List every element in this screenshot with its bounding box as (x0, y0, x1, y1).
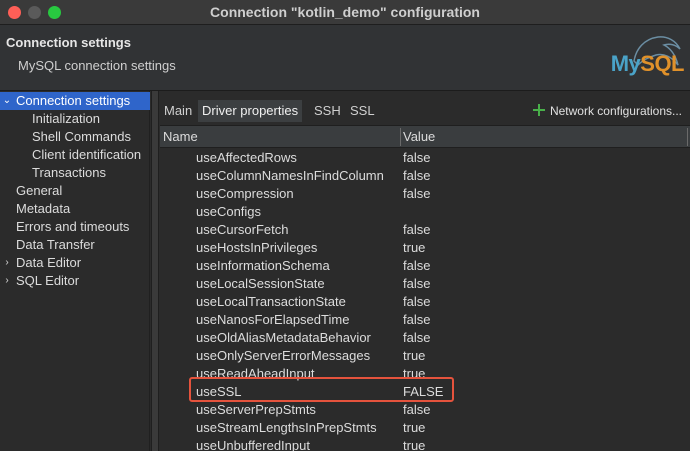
property-name: useNanosForElapsedTime (196, 312, 350, 327)
property-name: useLocalTransactionState (196, 294, 346, 309)
table-row[interactable]: useColumnNamesInFindColumn false (160, 167, 690, 185)
property-name: useHostsInPrivileges (196, 240, 318, 255)
sidebar-item-connection-settings[interactable]: ⌄ Connection settings (0, 92, 150, 110)
sidebar-item-sql-editor[interactable]: › SQL Editor (0, 272, 150, 290)
use-ssl-highlight-box (189, 377, 454, 402)
property-name: useOnlyServerErrorMessages (196, 348, 371, 363)
table-row[interactable]: useUnbufferedInput true (160, 437, 690, 451)
property-value[interactable]: false (403, 275, 430, 293)
driver-properties-table: Name Value useAffectedRows false useColum… (160, 125, 690, 451)
sidebar-item-client-identification[interactable]: Client identification (0, 146, 150, 164)
property-value[interactable]: false (403, 257, 430, 275)
tab-main[interactable]: Main (160, 100, 196, 122)
table-row[interactable]: useOnlyServerErrorMessages true (160, 347, 690, 365)
tab-ssh[interactable]: SSH (310, 100, 345, 122)
chevron-down-icon[interactable]: ⌄ (2, 92, 12, 110)
property-value[interactable]: true (403, 419, 425, 437)
column-header-value[interactable]: Value (403, 126, 435, 148)
property-name: useUnbufferedInput (196, 438, 310, 451)
property-value[interactable]: true (403, 437, 425, 451)
sidebar-item-errors-and-timeouts[interactable]: Errors and timeouts (0, 218, 150, 236)
property-value[interactable]: true (403, 347, 425, 365)
mysql-logo: MySQL (610, 51, 685, 76)
network-configurations-button[interactable]: Network configurations... (532, 100, 682, 122)
sidebar-item-general[interactable]: General (0, 182, 150, 200)
column-divider[interactable] (400, 128, 401, 146)
chevron-right-icon[interactable]: › (2, 254, 12, 272)
property-value[interactable]: false (403, 311, 430, 329)
property-value[interactable]: false (403, 167, 430, 185)
table-row[interactable]: useInformationSchema false (160, 257, 690, 275)
table-row[interactable]: useNanosForElapsedTime false (160, 311, 690, 329)
sidebar-item-shell-commands[interactable]: Shell Commands (0, 128, 150, 146)
table-row[interactable]: useCursorFetch false (160, 221, 690, 239)
table-row[interactable]: useAffectedRows false (160, 149, 690, 167)
settings-header: Connection settings MySQL connection set… (0, 25, 690, 91)
header-title: Connection settings (6, 35, 131, 50)
property-value[interactable]: false (403, 221, 430, 239)
window-title: Connection "kotlin_demo" configuration (210, 4, 480, 20)
sidebar-item-initialization[interactable]: Initialization (0, 110, 150, 128)
table-row[interactable]: useOldAliasMetadataBehavior false (160, 329, 690, 347)
property-value[interactable]: false (403, 185, 430, 203)
sidebar-item-metadata[interactable]: Metadata (0, 200, 150, 218)
tab-driver-properties[interactable]: Driver properties (198, 100, 303, 122)
property-name: useAffectedRows (196, 150, 297, 165)
window-titlebar: Connection "kotlin_demo" configuration (0, 0, 690, 25)
tab-ssl[interactable]: SSL (346, 100, 379, 122)
table-row[interactable]: useLocalSessionState false (160, 275, 690, 293)
property-name: useCursorFetch (196, 222, 289, 237)
property-name: useConfigs (196, 204, 262, 219)
sidebar-item-data-transfer[interactable]: Data Transfer (0, 236, 150, 254)
chevron-right-icon[interactable]: › (2, 272, 12, 290)
panel-splitter[interactable] (151, 91, 159, 451)
property-value[interactable]: false (403, 293, 430, 311)
property-value[interactable]: false (403, 401, 430, 419)
table-row[interactable]: useServerPrepStmts false (160, 401, 690, 419)
table-row[interactable]: useConfigs (160, 203, 690, 221)
table-row[interactable]: useHostsInPrivileges true (160, 239, 690, 257)
property-value[interactable]: false (403, 149, 430, 167)
header-subtitle: MySQL connection settings (18, 58, 176, 73)
column-divider[interactable] (687, 128, 688, 146)
table-row[interactable]: useLocalTransactionState false (160, 293, 690, 311)
settings-sidebar: ⌄ Connection settings Initialization She… (0, 91, 150, 451)
property-name: useCompression (196, 186, 294, 201)
table-header: Name Value (160, 126, 690, 148)
property-name: useStreamLengthsInPrepStmts (196, 420, 377, 435)
property-name: useLocalSessionState (196, 276, 325, 291)
column-header-name[interactable]: Name (163, 126, 198, 148)
property-name: useInformationSchema (196, 258, 330, 273)
table-row[interactable]: useStreamLengthsInPrepStmts true (160, 419, 690, 437)
property-value[interactable]: false (403, 329, 430, 347)
property-name: useColumnNamesInFindColumn (196, 168, 384, 183)
property-value[interactable]: true (403, 239, 425, 257)
table-row[interactable]: useCompression false (160, 185, 690, 203)
sidebar-item-transactions[interactable]: Transactions (0, 164, 150, 182)
property-name: useOldAliasMetadataBehavior (196, 330, 371, 345)
sidebar-item-data-editor[interactable]: › Data Editor (0, 254, 150, 272)
plus-icon (532, 104, 545, 116)
property-name: useServerPrepStmts (196, 402, 316, 417)
